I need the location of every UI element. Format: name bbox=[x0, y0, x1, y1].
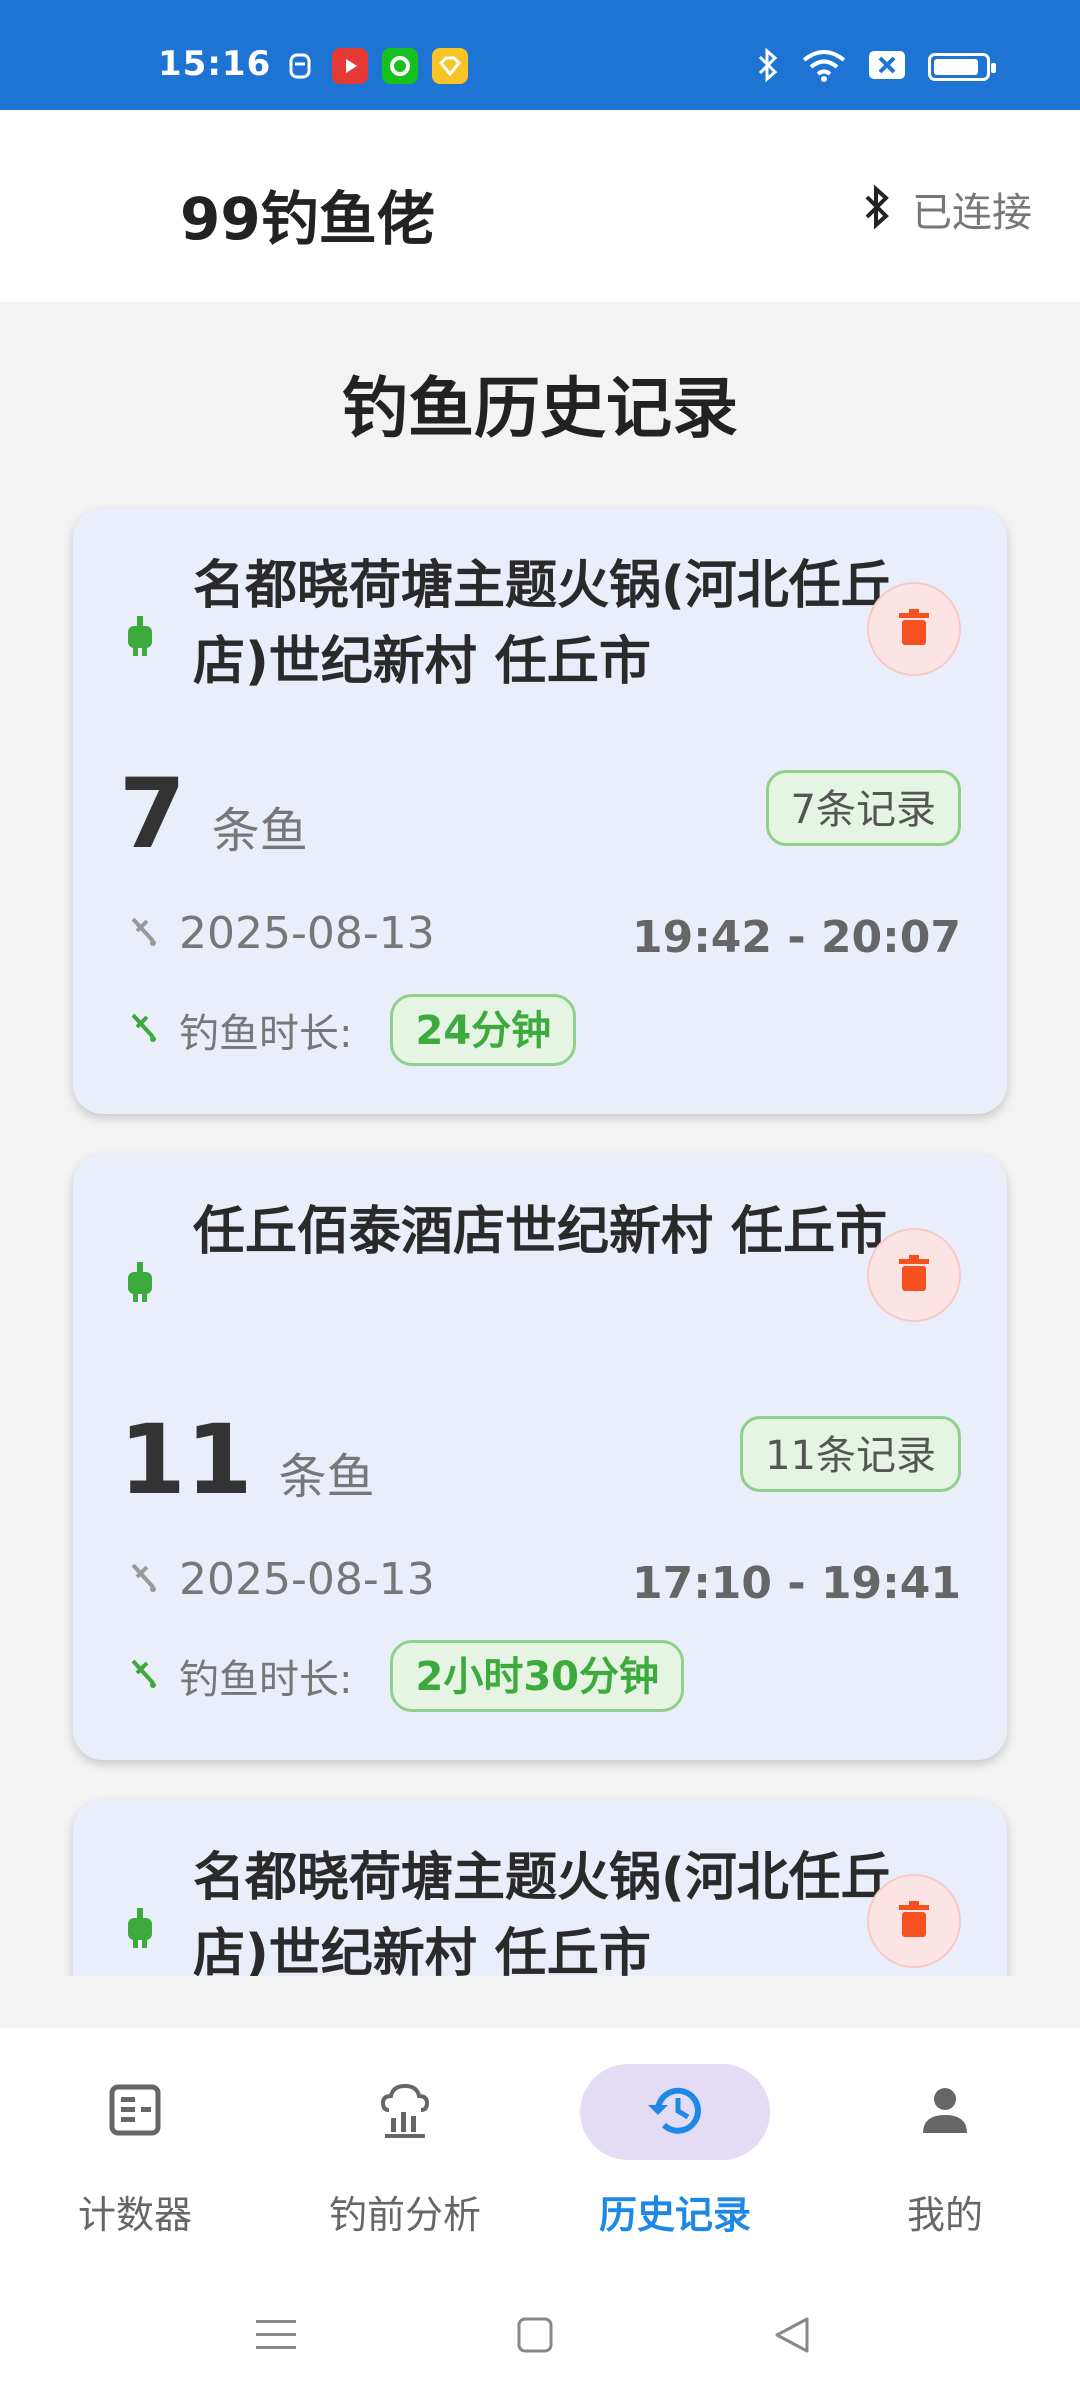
wifi-icon bbox=[802, 48, 846, 86]
records-count-badge: 7条记录 bbox=[765, 770, 961, 846]
trash-icon bbox=[899, 609, 929, 649]
counter-icon bbox=[108, 2083, 162, 2141]
fishing-rod-icon bbox=[129, 1011, 159, 1049]
bluetooth-status-label: 已连接 bbox=[912, 190, 1032, 236]
weather-analysis-icon bbox=[375, 2080, 435, 2144]
app-title: 99钓鱼佬 bbox=[180, 185, 435, 253]
delete-button[interactable] bbox=[867, 582, 961, 676]
person-icon bbox=[918, 2083, 972, 2141]
nav-counter[interactable]: 计数器 bbox=[0, 2028, 270, 2278]
record-location: 名都晓荷塘主题火锅(河北任丘店)世纪新村 任丘市 bbox=[193, 1848, 893, 1976]
bluetooth-icon bbox=[862, 184, 892, 233]
page-title: 钓鱼历史记录 bbox=[342, 370, 738, 447]
fish-count: 11 条鱼 bbox=[119, 1404, 375, 1516]
app-bar: 99钓鱼佬 已连接 bbox=[0, 110, 1080, 302]
fish-count-unit: 条鱼 bbox=[211, 803, 308, 859]
records-list[interactable]: 名都晓荷塘主题火锅(河北任丘店)世纪新村 任丘市 7 条鱼 7条记录 2025-… bbox=[0, 498, 1080, 1976]
battery-icon bbox=[928, 53, 996, 81]
date-row: 2025-08-13 bbox=[129, 1554, 435, 1605]
record-card[interactable]: 名都晓荷塘主题火锅(河北任丘店)世纪新村 任丘市 bbox=[73, 1800, 1007, 1976]
duration-label: 钓鱼时长: bbox=[179, 1011, 353, 1057]
fishing-rod-icon bbox=[129, 1657, 159, 1695]
trash-icon bbox=[899, 1901, 929, 1941]
bottom-navigation: 计数器 钓前分析 历史记录 我的 bbox=[0, 2028, 1080, 2278]
trash-icon bbox=[899, 1255, 929, 1295]
back-button[interactable] bbox=[757, 2302, 827, 2372]
nav-profile-label: 我的 bbox=[906, 2193, 983, 2237]
location-pin-icon bbox=[123, 1260, 157, 1308]
yellow-app-icon bbox=[432, 48, 468, 84]
record-date: 2025-08-13 bbox=[179, 1554, 435, 1605]
duration-row: 钓鱼时长: 24分钟 bbox=[129, 994, 577, 1066]
nav-history[interactable]: 历史记录 bbox=[540, 2028, 810, 2278]
record-location: 任丘佰泰酒店世纪新村 任丘市 bbox=[193, 1202, 888, 1262]
fish-count-number: 11 bbox=[119, 1404, 253, 1516]
menu-icon bbox=[256, 2318, 296, 2356]
fish-count: 7 条鱼 bbox=[119, 758, 308, 870]
record-time-range: 17:10 - 19:41 bbox=[631, 1558, 961, 1609]
green-app-icon bbox=[382, 48, 418, 84]
history-icon bbox=[644, 2081, 706, 2143]
home-button[interactable] bbox=[500, 2302, 570, 2372]
record-location: 名都晓荷塘主题火锅(河北任丘店)世纪新村 任丘市 bbox=[193, 556, 893, 692]
back-triangle-icon bbox=[774, 2316, 810, 2358]
notification-icon bbox=[282, 48, 318, 84]
delete-button[interactable] bbox=[867, 1228, 961, 1322]
duration-badge: 24分钟 bbox=[390, 994, 577, 1066]
nav-pre-fishing-analysis-label: 钓前分析 bbox=[328, 2193, 481, 2237]
location-pin-icon bbox=[123, 614, 157, 662]
status-bar: 15:16 bbox=[0, 0, 1080, 110]
fishing-rod-icon bbox=[129, 1561, 159, 1599]
duration-label: 钓鱼时长: bbox=[179, 1657, 353, 1703]
record-card[interactable]: 名都晓荷塘主题火锅(河北任丘店)世纪新村 任丘市 7 条鱼 7条记录 2025-… bbox=[73, 508, 1007, 1114]
menu-button[interactable] bbox=[241, 2302, 311, 2372]
record-time-range: 19:42 - 20:07 bbox=[631, 912, 961, 963]
status-time: 15:16 bbox=[158, 44, 272, 84]
battery-level bbox=[934, 59, 979, 75]
duration-badge: 2小时30分钟 bbox=[390, 1640, 684, 1712]
nav-profile[interactable]: 我的 bbox=[810, 2028, 1080, 2278]
sim-icon bbox=[868, 50, 906, 84]
bluetooth-icon bbox=[756, 47, 780, 86]
bluetooth-status[interactable]: 已连接 bbox=[862, 180, 1032, 238]
nav-pre-fishing-analysis[interactable]: 钓前分析 bbox=[270, 2028, 540, 2278]
system-navigation-bar bbox=[0, 2278, 1080, 2400]
location-pin-icon bbox=[123, 1906, 157, 1954]
nav-counter-label: 计数器 bbox=[77, 2193, 192, 2237]
nav-history-label: 历史记录 bbox=[598, 2193, 751, 2237]
fishing-rod-icon bbox=[129, 915, 159, 953]
fish-count-number: 7 bbox=[119, 758, 186, 870]
notification-icons bbox=[282, 48, 468, 84]
fish-count-unit: 条鱼 bbox=[278, 1449, 375, 1505]
record-date: 2025-08-13 bbox=[179, 908, 435, 959]
duration-row: 钓鱼时长: 2小时30分钟 bbox=[129, 1640, 684, 1712]
system-icons bbox=[756, 47, 996, 86]
video-app-icon bbox=[332, 48, 368, 84]
records-count-badge: 11条记录 bbox=[740, 1416, 961, 1492]
date-row: 2025-08-13 bbox=[129, 908, 435, 959]
delete-button[interactable] bbox=[867, 1874, 961, 1968]
home-square-icon bbox=[517, 2317, 553, 2357]
record-card[interactable]: 任丘佰泰酒店世纪新村 任丘市 11 条鱼 11条记录 2025-08-13 17… bbox=[73, 1154, 1007, 1760]
